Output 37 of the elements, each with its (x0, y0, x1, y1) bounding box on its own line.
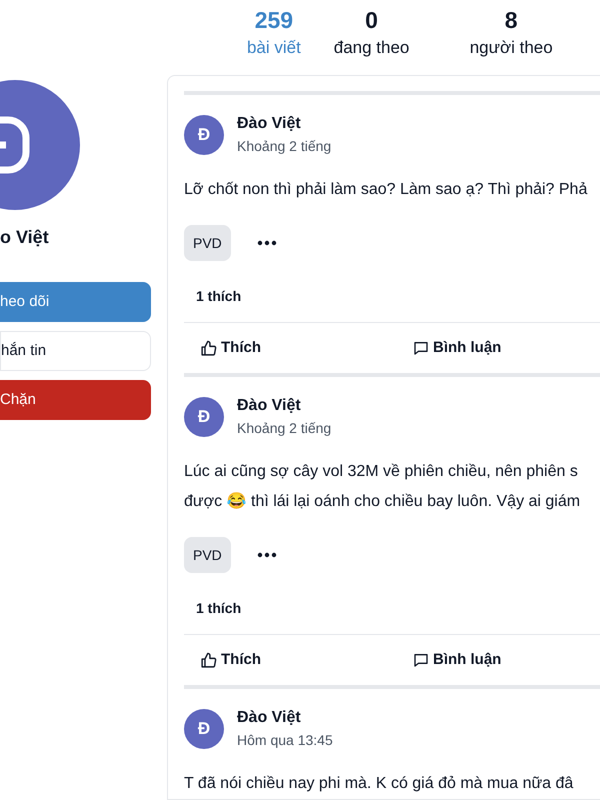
stat-value: 259 (254, 6, 294, 34)
stat-value: 8 (504, 6, 518, 34)
post-text: Lúc ai cũng sợ cây vol 32M về phiên chiều, nên phiên s được 😂 thì lái lại oánh cho chiều bay luôn. Vậy ai giám (184, 462, 582, 512)
more-icon[interactable] (256, 240, 277, 246)
author-name: Đào Việt (237, 708, 302, 728)
follow-button[interactable]: heo dõi (0, 282, 151, 322)
author-name: Đào Việt (237, 396, 302, 416)
like-button[interactable]: Thích (200, 336, 413, 360)
stat-value: 0 (365, 6, 378, 34)
avatar: Đ (184, 709, 224, 749)
comment-button[interactable]: Bình luận (413, 336, 502, 360)
post-text: T đã nói chiều nay phi mà. K có giá đỏ mà mua nữa đâ (184, 774, 574, 794)
author-name: Đào Việt (237, 114, 302, 134)
like-icon (200, 340, 217, 356)
stat-tab[interactable]: người theo (470, 37, 553, 59)
block-button[interactable]: Chặn (0, 380, 151, 420)
message-button[interactable]: hắn tin (0, 331, 151, 371)
like-button[interactable]: Thích (200, 648, 413, 672)
avatar: Đ (184, 397, 224, 437)
avatar-icon (0, 80, 80, 210)
post-time: Khoảng 2 tiếng (237, 137, 332, 156)
more-icon[interactable] (256, 552, 277, 558)
comment-button[interactable]: Bình luận (413, 648, 502, 672)
like-count: 1 thích (196, 598, 242, 618)
stat-tab[interactable]: đang theo (334, 37, 410, 59)
comment-icon (413, 652, 429, 668)
post-time: Hôm qua 13:45 (237, 731, 333, 750)
post-time: Khoảng 2 tiếng (237, 419, 332, 438)
profile-name: o Việt (0, 226, 50, 248)
avatar: Đ (184, 115, 224, 155)
tag-chip[interactable]: PVD (184, 225, 231, 261)
post-text: Lỡ chốt non thì phải làm sao? Làm sao ạ? Thì phải? Phả (184, 180, 588, 200)
comment-icon (413, 340, 429, 356)
stat-tab[interactable]: bài viết (246, 37, 301, 59)
tag-chip[interactable]: PVD (184, 537, 231, 573)
like-icon (200, 652, 217, 668)
like-count: 1 thích (196, 286, 242, 306)
